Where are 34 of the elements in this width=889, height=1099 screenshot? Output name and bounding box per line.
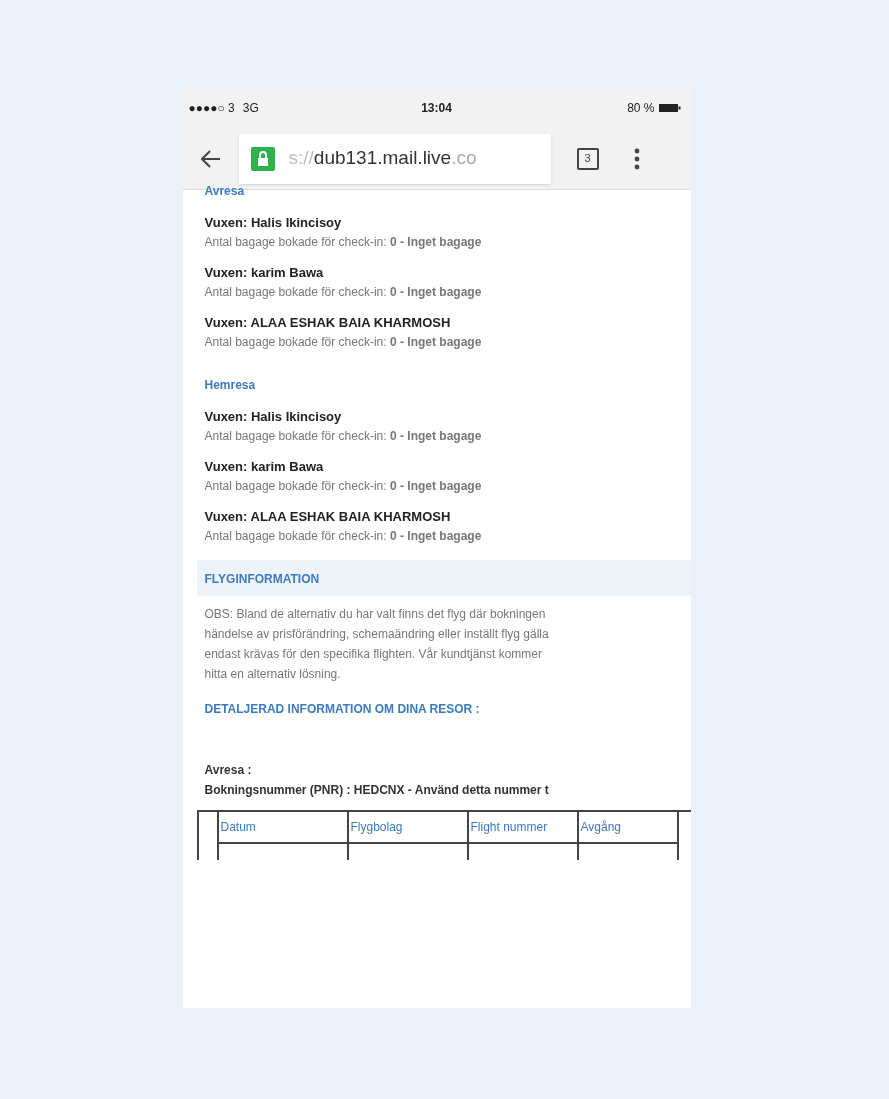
signal-carrier: ●●●●○ 3 [188, 100, 235, 117]
booking-number: Bokningsnummer (PNR) : HEDCNX - Använd detta nummer t [204, 782, 550, 799]
battery-percent: 80 % [627, 100, 655, 117]
passenger-name: Vuxen: ALAA ESHAK BAIA KHARMOSH [204, 314, 452, 332]
address-bar[interactable]: s://dub131.mail.live.co [238, 133, 551, 184]
section-heading: Avresa [204, 183, 246, 200]
table-header-cell: Avgång [578, 812, 677, 844]
url-text: s://dub131.mail.live.co [288, 146, 477, 171]
passenger-name: Vuxen: ALAA ESHAK BAIA KHARMOSH [204, 508, 452, 526]
passenger-name: Vuxen: karim Bawa [204, 458, 325, 476]
baggage-info: Antal bagage bokade för check-in: 0 - Inget bagage [204, 234, 483, 251]
table-header-cell: Flygbolag [348, 812, 467, 844]
clock-time: 13:04 [420, 100, 453, 117]
battery-icon [658, 103, 681, 113]
network-type: 3G [242, 100, 259, 117]
trip-label: Avresa : [204, 762, 253, 779]
baggage-info: Antal bagage bokade för check-in: 0 - Inget bagage [204, 478, 483, 495]
menu-icon [633, 147, 640, 170]
baggage-info: Antal bagage bokade för check-in: 0 - Inget bagage [204, 428, 483, 445]
passenger-name: Vuxen: Halis Ikincisoy [204, 214, 343, 232]
back-arrow-icon [200, 149, 221, 168]
section-heading: Hemresa [204, 377, 257, 394]
lock-icon [250, 146, 275, 171]
table-header-cell: Datum [218, 812, 347, 844]
baggage-info: Antal bagage bokade för check-in: 0 - Inget bagage [204, 528, 483, 545]
notice-paragraph: OBS: Bland de alternativ du har valt finns det flyg där bokningen händelse av prisförändring, schemaändring eller inställt flyg gälla endast krävas för den specifika flighten. Vår kundtjänst kommer hitta en alternativ lösning. [204, 606, 550, 683]
details-heading: DETALJERAD INFORMATION OM DINA RESOR : [204, 701, 481, 718]
baggage-info: Antal bagage bokade för check-in: 0 - Inget bagage [204, 284, 483, 301]
passenger-name: Vuxen: karim Bawa [204, 264, 325, 282]
tab-count-button[interactable]: 3 [576, 147, 599, 170]
table-header-cell: Flight nummer [468, 812, 577, 844]
flight-info-heading: FLYGINFORMATION [204, 572, 320, 586]
passenger-name: Vuxen: Halis Ikincisoy [204, 408, 343, 426]
baggage-info: Antal bagage bokade för check-in: 0 - Inget bagage [204, 334, 483, 351]
